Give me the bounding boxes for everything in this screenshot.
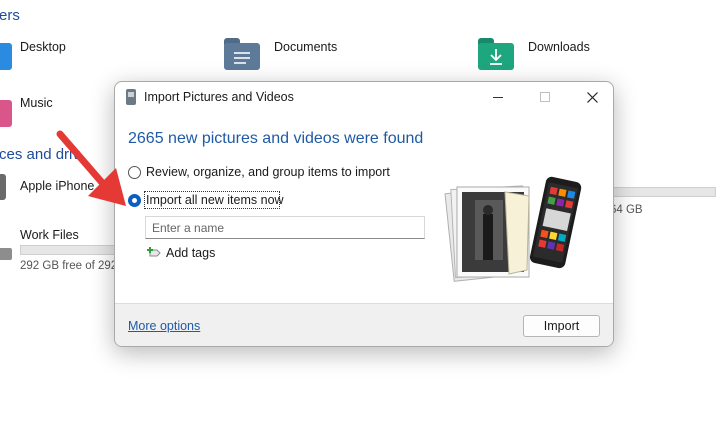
drive-icon[interactable]	[0, 240, 12, 262]
minimize-icon	[493, 96, 503, 98]
hidden-drive-usage-bar	[610, 187, 716, 197]
folder-downloads-label[interactable]: Downloads	[528, 40, 590, 54]
maximize-icon	[540, 92, 550, 102]
import-button[interactable]: Import	[523, 315, 600, 337]
dialog-footer: More options Import	[115, 303, 613, 346]
import-dialog: Import Pictures and Videos 2665 new pict…	[114, 81, 614, 347]
folder-documents-label[interactable]: Documents	[274, 40, 337, 54]
more-options-link[interactable]: More options	[128, 319, 200, 333]
close-button[interactable]	[569, 82, 613, 112]
hidden-drive-free-text: 64 GB	[610, 204, 643, 216]
import-name-input[interactable]	[145, 216, 425, 239]
import-all-option-label[interactable]: Import all new items now	[146, 193, 284, 207]
close-icon	[586, 91, 598, 103]
review-option-label[interactable]: Review, organize, and group items to imp…	[146, 165, 390, 179]
work-files-free-text: 292 GB free of 292	[20, 260, 118, 272]
camera-device-icon	[126, 89, 136, 105]
found-items-heading: 2665 new pictures and videos were found	[128, 130, 424, 147]
folder-desktop-label[interactable]: Desktop	[20, 40, 66, 54]
maximize-button	[522, 82, 568, 112]
phone-icon[interactable]	[0, 174, 6, 200]
folder-music-label[interactable]: Music	[20, 96, 53, 110]
device-work-files-label[interactable]: Work Files	[20, 228, 79, 242]
dialog-title: Import Pictures and Videos	[144, 90, 294, 104]
work-files-usage-bar	[20, 245, 120, 255]
minimize-button[interactable]	[475, 82, 521, 112]
section-heading-folders: ers	[0, 7, 20, 24]
add-tag-icon[interactable]	[147, 247, 161, 259]
add-tags-link[interactable]: Add tags	[166, 246, 215, 260]
photos-and-phone-illustration	[444, 176, 582, 282]
dialog-titlebar[interactable]: Import Pictures and Videos	[115, 82, 613, 112]
annotation-arrow-icon	[56, 130, 126, 206]
